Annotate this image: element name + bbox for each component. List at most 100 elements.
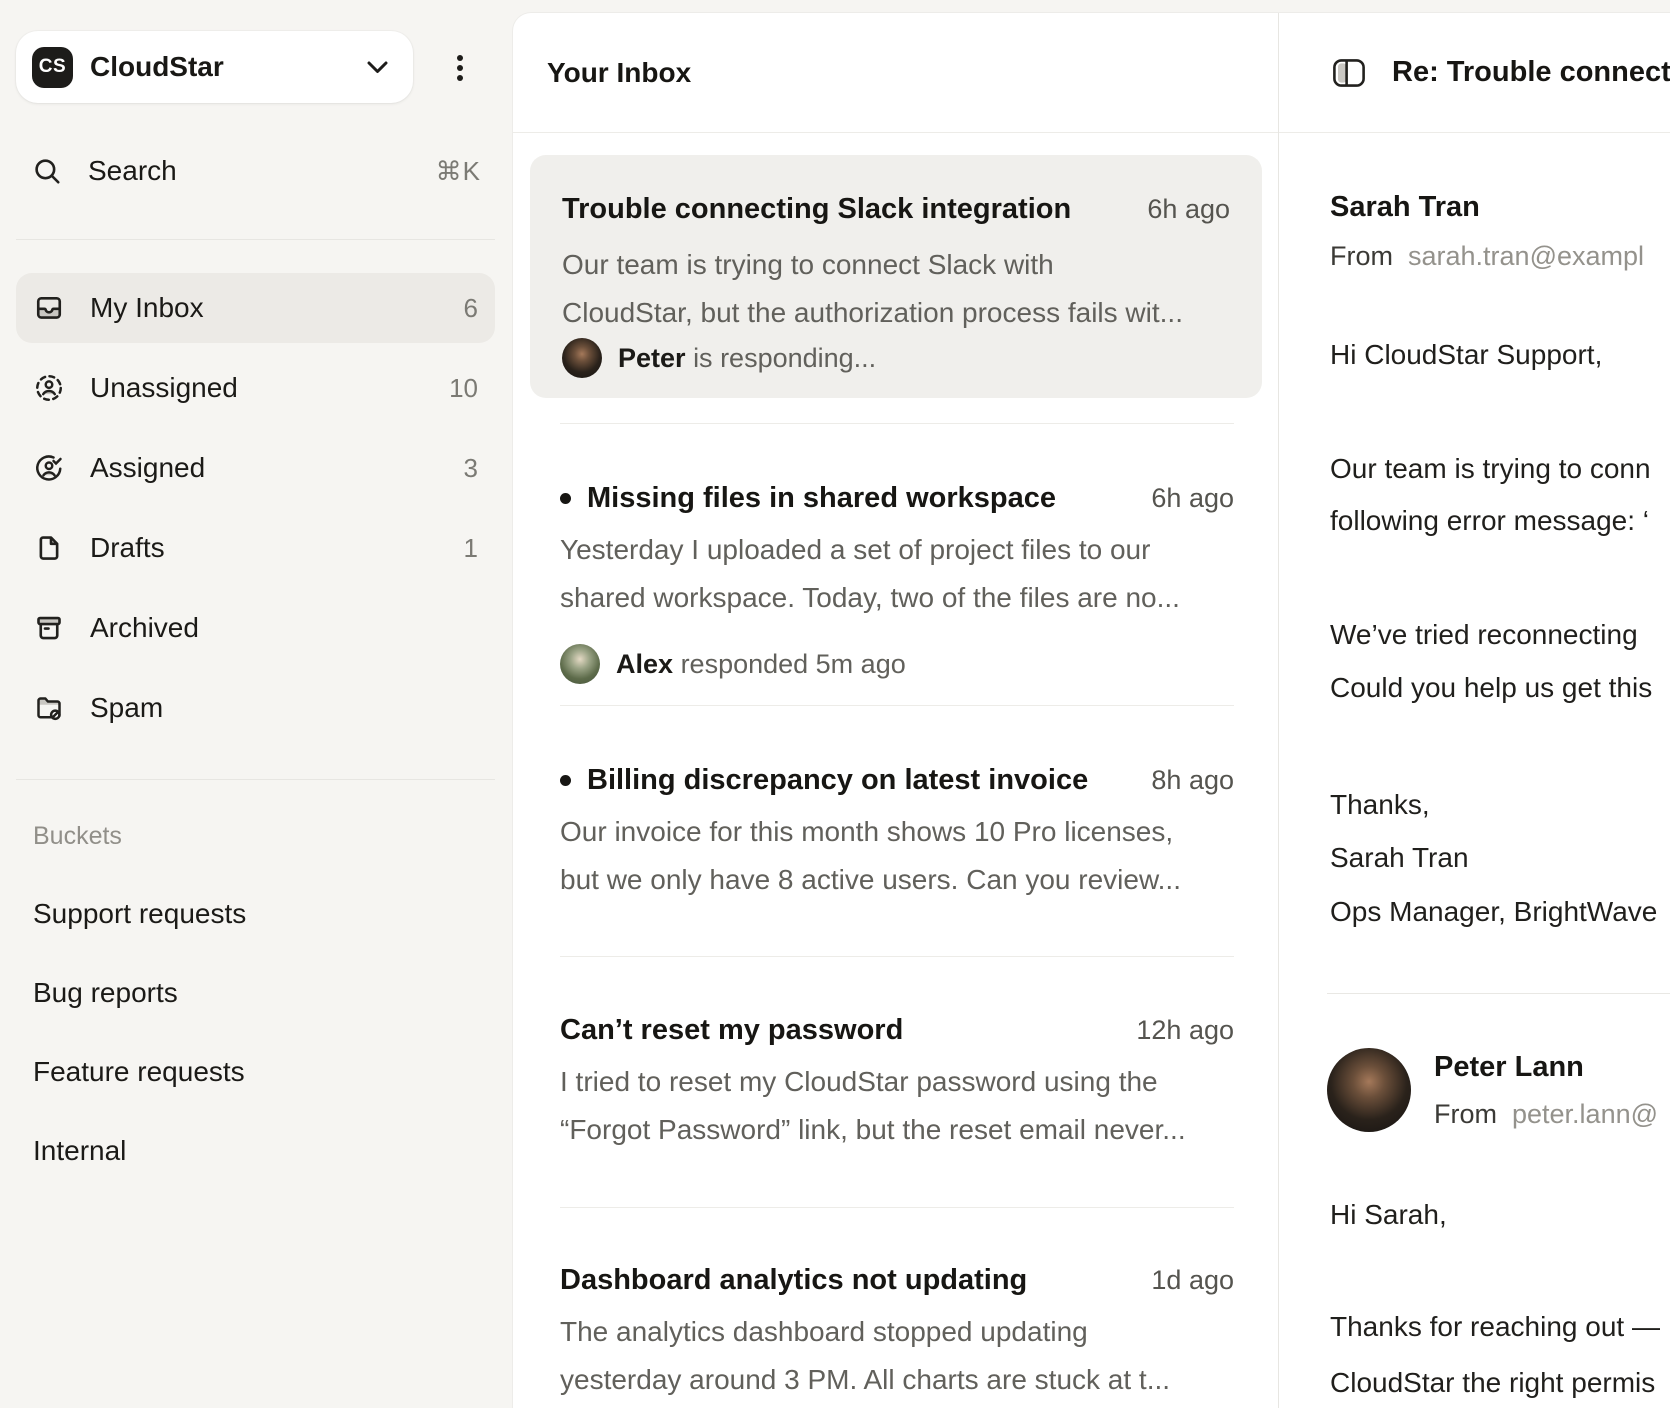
file-icon xyxy=(34,533,64,563)
conversation-row[interactable]: Dashboard analytics not updating 1d ago … xyxy=(560,1260,1234,1404)
message-thread: Sarah Tran Fromsarah.tran@exampl Hi Clou… xyxy=(1279,133,1670,1408)
conversation-row[interactable]: Missing files in shared workspace 6h ago… xyxy=(560,478,1234,684)
conversation-time: 6h ago xyxy=(1131,478,1234,518)
sidebar-item-count: 6 xyxy=(464,293,478,324)
chevron-down-icon xyxy=(366,60,389,75)
message-line: following error message: ‘ xyxy=(1330,495,1649,547)
responder-status: Peter is responding... xyxy=(618,343,876,374)
agent-from-row: Frompeter.lann@ xyxy=(1434,1094,1658,1134)
sender-name: Sarah Tran xyxy=(1330,187,1480,227)
sender-from-row: Fromsarah.tran@exampl xyxy=(1330,236,1644,276)
message-line: Thanks for reaching out — xyxy=(1330,1301,1660,1353)
sidebar-item-assigned[interactable]: Assigned 3 xyxy=(16,433,495,503)
conversation-detail-column: Re: Trouble connectin Sarah Tran Fromsar… xyxy=(1279,13,1670,1408)
list-divider xyxy=(560,1207,1234,1208)
conversation-preview: but we only have 8 active users. Can you… xyxy=(560,856,1234,904)
buckets-section-label: Buckets xyxy=(33,822,122,851)
list-divider xyxy=(560,423,1234,424)
sidebar: CS CloudStar Search ⌘K My Inbox 6 xyxy=(0,0,513,1408)
workspace-name: CloudStar xyxy=(90,51,224,83)
conversation-preview: “Forgot Password” link, but the reset em… xyxy=(560,1106,1234,1154)
message-line: Could you help us get this xyxy=(1330,662,1652,714)
sidebar-item-bug-reports[interactable]: Bug reports xyxy=(16,965,495,1021)
message-line: Thanks, xyxy=(1330,779,1430,831)
conversation-preview: CloudStar, but the authorization process… xyxy=(562,289,1230,337)
workspace-switcher[interactable]: CS CloudStar xyxy=(16,31,413,103)
avatar xyxy=(560,644,600,684)
sidebar-item-internal[interactable]: Internal xyxy=(16,1123,495,1179)
inbox-list-header: Your Inbox xyxy=(513,13,1278,133)
conversation-preview: I tried to reset my CloudStar password u… xyxy=(560,1058,1234,1106)
conversation-preview: Our team is trying to connect Slack with xyxy=(562,241,1230,289)
search-button[interactable]: Search ⌘K xyxy=(16,136,495,206)
sidebar-divider xyxy=(16,779,495,780)
conversation-row[interactable]: Can’t reset my password 12h ago I tried … xyxy=(560,1010,1234,1154)
search-icon xyxy=(32,156,62,186)
unread-dot xyxy=(560,493,571,504)
sidebar-item-label: Unassigned xyxy=(90,372,238,404)
conversation-time: 6h ago xyxy=(1127,187,1230,231)
folder-block-icon xyxy=(34,693,64,723)
user-unassigned-icon xyxy=(34,373,64,403)
sidebar-divider xyxy=(16,239,495,240)
conversation-title: Billing discrepancy on latest invoice xyxy=(587,760,1088,800)
conversation-time: 1d ago xyxy=(1131,1260,1234,1300)
sidebar-item-label: Drafts xyxy=(90,532,165,564)
unread-dot xyxy=(560,775,571,786)
conversation-card-selected[interactable]: Trouble connecting Slack integration 6h … xyxy=(530,155,1262,398)
sidebar-item-feature-requests[interactable]: Feature requests xyxy=(16,1044,495,1100)
sidebar-item-unassigned[interactable]: Unassigned 10 xyxy=(16,353,495,423)
message-line: Our team is trying to conn xyxy=(1330,443,1651,495)
sidebar-item-label: Spam xyxy=(90,692,163,724)
sidebar-item-support-requests[interactable]: Support requests xyxy=(16,886,495,942)
user-check-icon xyxy=(34,453,64,483)
conversation-preview: Yesterday I uploaded a set of project fi… xyxy=(560,526,1234,574)
message-line: Ops Manager, BrightWave xyxy=(1330,886,1657,938)
main-panel: Your Inbox Trouble connecting Slack inte… xyxy=(513,13,1670,1408)
sidebar-item-label: My Inbox xyxy=(90,292,204,324)
inbox-list-column: Your Inbox Trouble connecting Slack inte… xyxy=(513,13,1279,1408)
conversation-title: Dashboard analytics not updating xyxy=(560,1260,1027,1300)
archive-icon xyxy=(34,613,64,643)
conversation-preview: yesterday around 3 PM. All charts are st… xyxy=(560,1356,1234,1404)
workspace-logo: CS xyxy=(32,47,73,88)
avatar xyxy=(562,338,602,378)
page-title: Your Inbox xyxy=(547,57,691,89)
conversation-time: 8h ago xyxy=(1131,760,1234,800)
conversation-row[interactable]: Billing discrepancy on latest invoice 8h… xyxy=(560,760,1234,904)
message-line: Hi CloudStar Support, xyxy=(1330,329,1602,381)
inbox-icon xyxy=(34,293,64,323)
sidebar-item-archived[interactable]: Archived xyxy=(16,593,495,663)
message-line: We’ve tried reconnecting xyxy=(1330,609,1638,661)
sidebar-item-spam[interactable]: Spam xyxy=(16,673,495,743)
kebab-menu-icon[interactable] xyxy=(444,48,476,88)
conversation-list: Trouble connecting Slack integration 6h … xyxy=(513,133,1278,1408)
sidebar-item-label: Archived xyxy=(90,612,199,644)
sidebar-item-count: 3 xyxy=(464,453,478,484)
panel-left-toggle-icon[interactable] xyxy=(1332,58,1366,88)
sidebar-item-label: Assigned xyxy=(90,452,205,484)
agent-email: peter.lann@ xyxy=(1512,1099,1658,1129)
sidebar-item-drafts[interactable]: Drafts 1 xyxy=(16,513,495,583)
message-line: Hi Sarah, xyxy=(1330,1189,1447,1241)
message-line: Sarah Tran xyxy=(1330,832,1469,884)
search-shortcut: ⌘K xyxy=(436,156,481,187)
conversation-time: 12h ago xyxy=(1116,1010,1234,1050)
list-divider xyxy=(560,705,1234,706)
sender-email: sarah.tran@exampl xyxy=(1408,241,1644,271)
sidebar-item-count: 1 xyxy=(464,533,478,564)
avatar xyxy=(1327,1048,1411,1132)
conversation-preview: The analytics dashboard stopped updating xyxy=(560,1308,1234,1356)
detail-header: Re: Trouble connectin xyxy=(1279,13,1670,133)
list-divider xyxy=(560,956,1234,957)
sidebar-item-my-inbox[interactable]: My Inbox 6 xyxy=(16,273,495,343)
message-divider xyxy=(1327,993,1670,994)
sidebar-item-count: 10 xyxy=(449,373,478,404)
search-label: Search xyxy=(88,155,177,187)
conversation-subject: Re: Trouble connectin xyxy=(1392,56,1670,89)
conversation-title: Trouble connecting Slack integration xyxy=(562,187,1071,231)
agent-name: Peter Lann xyxy=(1434,1047,1584,1087)
conversation-title: Missing files in shared workspace xyxy=(587,478,1056,518)
responder-status: Alex responded 5m ago xyxy=(616,649,906,680)
conversation-preview: Our invoice for this month shows 10 Pro … xyxy=(560,808,1234,856)
